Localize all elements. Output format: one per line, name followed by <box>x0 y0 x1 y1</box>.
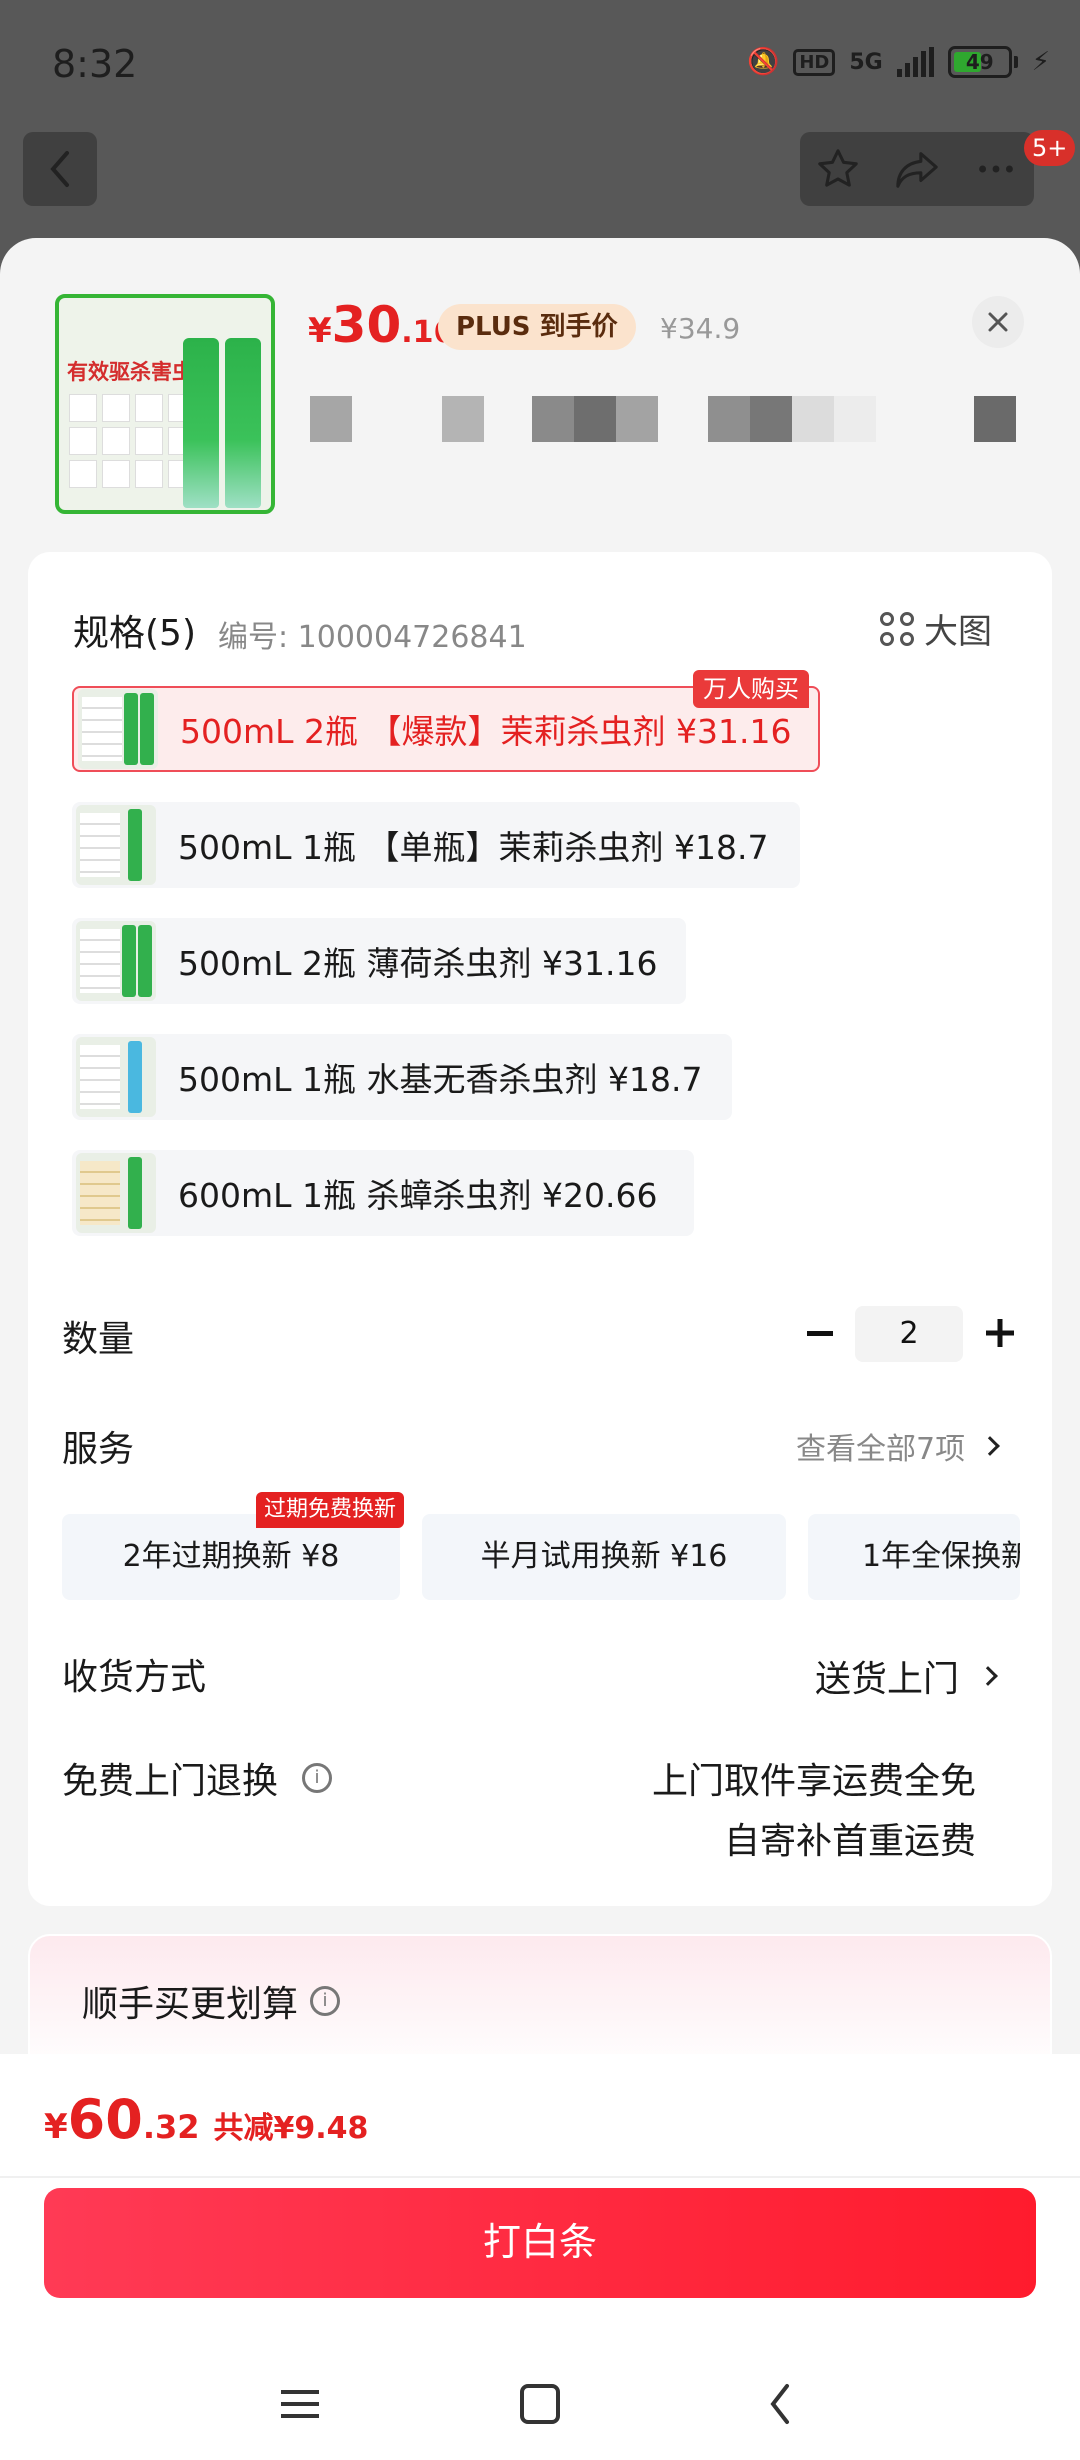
product-code: 编号: 100004726841 <box>218 620 527 655</box>
system-navigation-bar <box>0 2350 1080 2460</box>
view-all-services-link[interactable]: 查看全部7项 <box>796 1424 1000 1468</box>
returns-label: 免费上门退换 <box>62 1761 279 1802</box>
home-button[interactable] <box>510 2374 570 2434</box>
option-label: 500mL 2瓶 薄荷杀虫剂 ¥31.16 <box>178 944 658 983</box>
info-icon[interactable]: i <box>310 1986 341 2016</box>
chevron-left-icon <box>50 151 69 187</box>
spec-option[interactable]: 500mL 2瓶 薄荷杀虫剂 ¥31.16 <box>72 918 686 1004</box>
option-thumbnail <box>76 805 156 885</box>
chevron-right-icon <box>978 1666 998 1686</box>
current-price: ¥30.16 <box>308 296 455 354</box>
status-bar: 8:32 🔕 HD 5G 49 ⚡ <box>0 0 1080 130</box>
plus-icon <box>986 1319 1014 1347</box>
status-time: 8:32 <box>52 42 138 86</box>
shipping-label: 收货方式 <box>62 1657 207 1698</box>
returns-detail-line1: 上门取件享运费全免 <box>651 1761 976 1802</box>
minus-icon <box>807 1330 833 1336</box>
battery-icon: 49 <box>947 46 1018 78</box>
product-thumbnail[interactable]: 有效驱杀害虫 <box>55 294 275 514</box>
spray-can-image <box>225 338 261 508</box>
quantity-increase-button[interactable] <box>980 1308 1020 1358</box>
spec-title: 规格(5) <box>73 613 196 654</box>
plus-price-tag: PLUS 到手价 <box>438 304 636 350</box>
service-label: 服务 <box>62 1429 135 1470</box>
grid-icon <box>880 611 914 646</box>
hd-badge: HD <box>793 48 836 76</box>
option-label: 500mL 1瓶 【单瓶】茉莉杀虫剂 ¥18.7 <box>178 828 769 867</box>
hot-badge: 万人购买 <box>693 670 809 708</box>
system-back-button[interactable] <box>750 2374 810 2434</box>
shipping-value: 送货上门 <box>815 1659 960 1700</box>
star-icon[interactable] <box>815 146 861 192</box>
original-price: ¥34.9 <box>660 312 741 345</box>
close-icon <box>988 312 1008 332</box>
big-image-label: 大图 <box>924 612 992 652</box>
bundle-title-row: 顺手买更划算 i <box>82 1975 341 2027</box>
signal-icon <box>896 47 934 77</box>
service-promo-tag: 过期免费换新 <box>256 1492 405 1528</box>
service-option[interactable]: 1年全保换新 <box>808 1514 1020 1600</box>
option-label: 600mL 1瓶 杀蟑杀虫剂 ¥20.66 <box>178 1176 658 1215</box>
big-image-toggle[interactable]: 大图 <box>880 604 992 653</box>
option-thumbnail <box>78 689 158 769</box>
option-thumbnail <box>76 1037 156 1117</box>
returns-detail-line2: 自寄补首重运费 <box>723 1821 976 1862</box>
info-icon[interactable]: i <box>302 1763 333 1793</box>
discount-text: 共减¥9.48 <box>213 2111 369 2146</box>
quantity-value[interactable]: 2 <box>855 1306 963 1362</box>
battery-level: 49 <box>965 50 994 74</box>
returns-row: 免费上门退换 i <box>62 1752 333 1804</box>
option-label: 500mL 1瓶 水基无香杀虫剂 ¥18.7 <box>178 1060 703 1099</box>
top-action-group <box>800 132 1034 206</box>
menu-button[interactable] <box>270 2374 330 2434</box>
quantity-label: 数量 <box>62 1319 135 1360</box>
charging-icon: ⚡ <box>1031 47 1050 77</box>
home-icon <box>520 2384 560 2424</box>
thumbnail-caption: 有效驱杀害虫 <box>67 360 193 384</box>
spray-can-image <box>183 338 219 508</box>
back-button[interactable] <box>23 132 97 206</box>
bundle-title: 顺手买更划算 <box>82 1984 299 2025</box>
view-all-label: 查看全部7项 <box>796 1432 966 1467</box>
status-icons: 🔕 HD 5G 49 ⚡ <box>747 46 1050 78</box>
chevron-right-icon <box>980 1436 1000 1456</box>
thumbnail-insect-grid <box>69 394 199 488</box>
spec-option[interactable]: 500mL 1瓶 【单瓶】茉莉杀虫剂 ¥18.7 <box>72 802 800 888</box>
message-badge: 5+ <box>1024 130 1076 166</box>
share-icon[interactable] <box>892 146 942 192</box>
spec-option[interactable]: 600mL 1瓶 杀蟑杀虫剂 ¥20.66 <box>72 1150 694 1236</box>
close-button[interactable] <box>972 296 1024 348</box>
spec-option[interactable]: 500mL 1瓶 水基无香杀虫剂 ¥18.7 <box>72 1034 732 1120</box>
more-icon[interactable] <box>973 146 1019 192</box>
divider <box>0 2176 1080 2178</box>
mute-icon: 🔕 <box>746 47 780 77</box>
service-option[interactable]: 半月试用换新 ¥16 <box>422 1514 786 1600</box>
total-price: ¥60.32 共减¥9.48 <box>44 2088 369 2151</box>
obscured-info <box>310 396 1020 442</box>
option-thumbnail <box>76 1153 156 1233</box>
menu-icon <box>281 2390 319 2418</box>
option-label: 500mL 2瓶 【爆款】茉莉杀虫剂 ¥31.16 <box>180 712 792 751</box>
pay-button[interactable]: 打白条 <box>44 2188 1036 2298</box>
back-icon <box>770 2384 789 2424</box>
option-thumbnail <box>76 921 156 1001</box>
network-type: 5G <box>849 49 883 75</box>
quantity-decrease-button[interactable] <box>800 1308 840 1358</box>
shipping-method-selector[interactable]: 送货上门 <box>815 1650 998 1702</box>
